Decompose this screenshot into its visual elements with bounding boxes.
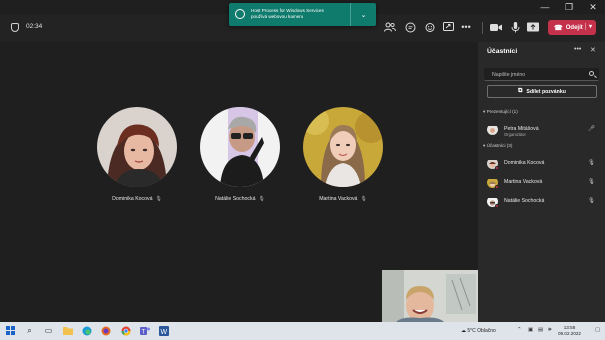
panel-title: Účastníci: [487, 48, 518, 55]
self-video-preview[interactable]: [382, 270, 478, 322]
microphone-icon[interactable]: [508, 20, 522, 34]
mic-off-icon: 🎙: [588, 160, 595, 166]
list-item[interactable]: Natálie Sochocká 🎙: [487, 196, 602, 208]
participant-label: Natálie Sochocká 🎙: [200, 196, 280, 202]
list-item[interactable]: Petra Mitášová Organizátor 🎤︎: [487, 124, 602, 137]
camera-icon[interactable]: [489, 20, 503, 34]
leave-button[interactable]: ☎ Odejít ▾: [548, 20, 596, 35]
speaker-icon[interactable]: 🕪: [548, 327, 551, 334]
participant-name: Martina Vacková: [319, 196, 358, 202]
minimize-icon[interactable]: —: [533, 0, 557, 14]
chat-icon[interactable]: [403, 20, 417, 34]
svg-text:T: T: [141, 329, 145, 335]
camera-in-use-notification[interactable]: Host Process for Windows Services použív…: [229, 3, 376, 26]
participant-name: Dominika Kocová: [112, 196, 153, 202]
notification-line-2: používá webovou kameru: [251, 14, 304, 19]
avatar: [200, 107, 280, 187]
close-icon[interactable]: ✕: [581, 0, 605, 14]
participant-tile[interactable]: Natálie Sochocká 🎙: [200, 107, 280, 202]
notification-text: Host Process for Windows Services použív…: [251, 8, 351, 20]
mic-off-icon: 🎙: [588, 179, 595, 185]
windows-start-icon[interactable]: [5, 325, 16, 336]
search-icon[interactable]: ⌕: [24, 325, 35, 336]
leave-label: Odejít: [565, 24, 583, 31]
meeting-timer: 02:34: [26, 23, 43, 30]
attendees-section-header[interactable]: ▾ Účastníci (3): [483, 143, 512, 149]
toolbar-divider: [482, 22, 483, 34]
share-tray-icon[interactable]: [526, 20, 540, 34]
share-icon: ⧉: [518, 88, 523, 94]
participants-panel: Účastníci ••• ✕ Napište jméno ⧉ Sdílet p…: [478, 42, 605, 322]
shield-icon: [11, 23, 19, 32]
list-item[interactable]: Dominika Kocová 🎙: [487, 158, 602, 170]
mic-off-icon: 🎙: [155, 196, 162, 202]
participant-label: Dominika Kocová 🎙: [97, 196, 177, 202]
close-icon[interactable]: ✕: [590, 46, 596, 54]
share-invite-button[interactable]: ⧉ Sdílet pozvánku: [487, 85, 597, 98]
presenters-section-header[interactable]: ▾ Prezentující (1): [483, 109, 518, 115]
system-clock[interactable]: 13:58 09.02.2022: [558, 325, 581, 337]
participant-tile[interactable]: Martina Vacková 🎙: [303, 107, 383, 202]
word-icon[interactable]: W: [158, 325, 169, 336]
search-icon: [589, 71, 594, 76]
avatar: [487, 124, 498, 135]
clock-date: 09.02.2022: [558, 331, 581, 336]
participant-tile[interactable]: Dominika Kocová 🎙: [97, 107, 177, 202]
search-placeholder: Napište jméno: [492, 71, 526, 78]
status-badge: [495, 185, 499, 189]
search-input[interactable]: Napište jméno: [484, 68, 599, 81]
participant-label: Martina Vacková 🎙: [303, 196, 383, 202]
camera-notification-icon: [235, 9, 245, 19]
microphone-icon: 🎤︎: [588, 126, 595, 132]
camera-tray-icon[interactable]: ▣: [528, 327, 533, 333]
mic-off-icon: 🎙: [258, 196, 265, 202]
chrome-icon[interactable]: [120, 325, 131, 336]
avatar: [303, 107, 383, 187]
section-label: Účastníci (3): [486, 143, 513, 148]
teams-icon[interactable]: T: [139, 325, 150, 336]
people-icon[interactable]: [383, 20, 397, 34]
mic-off-icon: 🎙: [588, 198, 595, 204]
window-controls: — ❐ ✕: [533, 0, 605, 14]
share-screen-icon[interactable]: [441, 20, 455, 34]
weather-widget[interactable]: ☁ 5°C Oblačno: [461, 328, 496, 334]
network-icon[interactable]: ▤: [538, 327, 543, 333]
status-badge: [495, 204, 499, 208]
section-label: Prezentující (1): [486, 109, 518, 114]
list-item[interactable]: Martina Vacková 🎙: [487, 177, 602, 189]
participant-role: Organizátor: [504, 132, 526, 137]
edge-icon[interactable]: [81, 325, 92, 336]
chevron-down-icon[interactable]: ▾: [584, 23, 592, 30]
windows-taskbar: ⌕ ▭ T W ☁ 5°C Oblačno ⌃ ▣ ▤ 🕪 13:58 09.0…: [0, 322, 605, 340]
notifications-icon[interactable]: ▢: [595, 327, 600, 333]
svg-text:W: W: [160, 329, 167, 336]
participant-name: Natálie Sochocká: [215, 196, 256, 202]
participant-name: Martina Vacková: [504, 179, 543, 185]
maximize-icon[interactable]: ❐: [557, 0, 581, 14]
share-invite-label: Sdílet pozvánku: [526, 88, 566, 95]
chevron-down-icon[interactable]: ⌄: [350, 3, 376, 26]
participant-name: Dominika Kocová: [504, 160, 545, 166]
firefox-icon[interactable]: [100, 325, 111, 336]
file-explorer-icon[interactable]: [62, 325, 73, 336]
more-options-icon[interactable]: •••: [459, 20, 473, 34]
task-view-icon[interactable]: ▭: [43, 325, 54, 336]
reactions-icon[interactable]: [423, 20, 437, 34]
mic-off-icon: 🎙: [360, 196, 367, 202]
participant-name: Natálie Sochocká: [504, 198, 545, 204]
status-badge: [495, 166, 499, 170]
teams-meeting-window: — ❐ ✕ 02:34 ••• ☎ Odejít ▾ Host Process …: [0, 0, 605, 340]
more-options-icon[interactable]: •••: [574, 46, 581, 53]
weather-text: 5°C Oblačno: [467, 328, 496, 334]
avatar: [97, 107, 177, 187]
phone-icon: ☎: [554, 24, 563, 32]
chevron-up-icon[interactable]: ⌃: [517, 327, 522, 333]
